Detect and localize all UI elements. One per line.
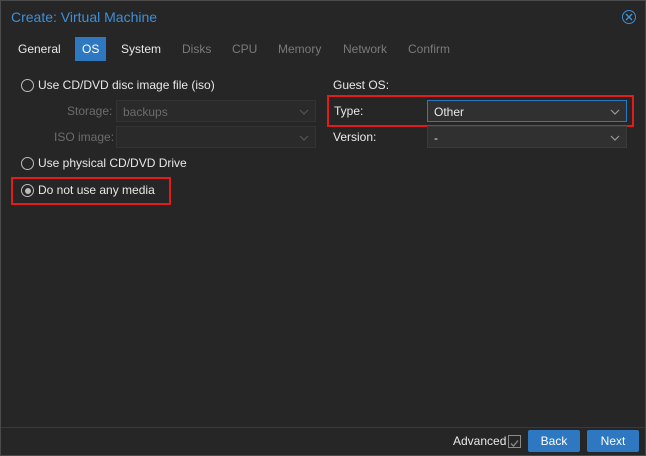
type-combo[interactable]: Other bbox=[427, 100, 627, 122]
wizard-tabs: General OS System Disks CPU Memory Netwo… bbox=[1, 37, 645, 61]
no-media-option-radio[interactable] bbox=[21, 184, 34, 197]
chevron-down-icon bbox=[299, 135, 309, 141]
next-button[interactable]: Next bbox=[587, 430, 639, 452]
chevron-down-icon bbox=[299, 109, 309, 115]
dialog-title: Create: Virtual Machine bbox=[11, 9, 158, 25]
tab-disks: Disks bbox=[182, 42, 212, 56]
no-media-option-label: Do not use any media bbox=[38, 183, 155, 197]
iso-option-label: Use CD/DVD disc image file (iso) bbox=[38, 78, 215, 92]
version-combo[interactable]: - bbox=[427, 126, 627, 148]
tab-general[interactable]: General bbox=[11, 37, 68, 61]
tab-confirm: Confirm bbox=[408, 42, 451, 56]
physical-option-label: Use physical CD/DVD Drive bbox=[38, 156, 187, 170]
advanced-label: Advanced bbox=[453, 434, 507, 448]
type-value: Other bbox=[434, 105, 465, 119]
tab-memory: Memory bbox=[278, 42, 322, 56]
chevron-down-icon[interactable] bbox=[610, 133, 620, 143]
dialog-footer: Advanced Back Next bbox=[1, 427, 645, 456]
advanced-checkbox[interactable] bbox=[508, 435, 521, 448]
storage-label: Storage: bbox=[67, 104, 113, 118]
physical-option-radio[interactable] bbox=[21, 157, 34, 170]
storage-combo: backups bbox=[116, 100, 316, 122]
back-button[interactable]: Back bbox=[528, 430, 580, 452]
guest-os-heading: Guest OS: bbox=[333, 78, 390, 92]
storage-value: backups bbox=[123, 105, 168, 119]
tab-cpu: CPU bbox=[232, 42, 258, 56]
dialog-titlebar: Create: Virtual Machine bbox=[1, 1, 645, 33]
tab-system[interactable]: System bbox=[114, 37, 168, 61]
version-value: - bbox=[434, 131, 438, 145]
checkmark-icon bbox=[510, 440, 519, 447]
create-vm-dialog: Create: Virtual Machine General OS Syste… bbox=[0, 0, 646, 456]
iso-image-combo bbox=[116, 126, 316, 148]
version-label: Version: bbox=[333, 130, 377, 144]
type-label: Type: bbox=[334, 104, 364, 118]
chevron-down-icon[interactable] bbox=[610, 107, 620, 117]
iso-image-label: ISO image: bbox=[54, 130, 115, 144]
tab-os[interactable]: OS bbox=[75, 37, 107, 61]
iso-option-radio[interactable] bbox=[21, 79, 34, 92]
tab-network: Network bbox=[343, 42, 388, 56]
close-icon[interactable] bbox=[622, 10, 636, 24]
